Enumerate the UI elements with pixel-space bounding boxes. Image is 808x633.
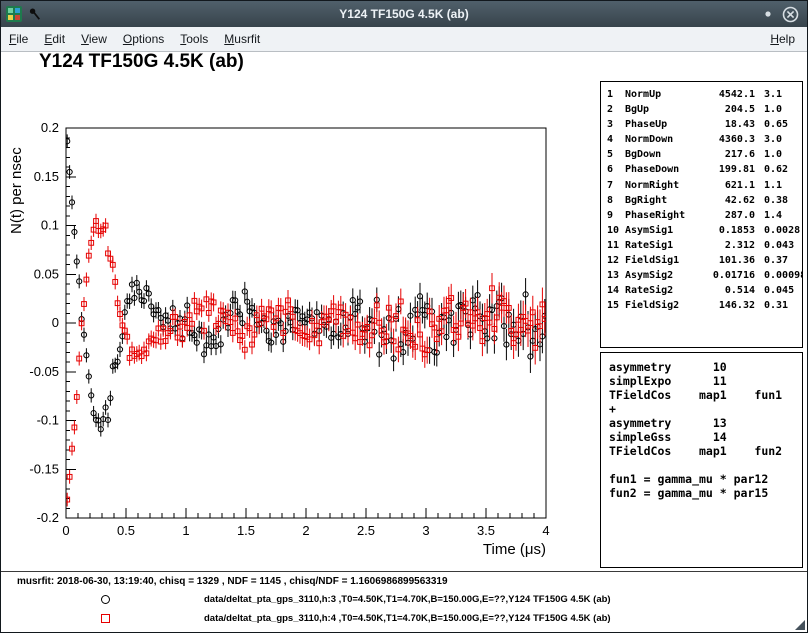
x-tick-label: 0.5 <box>117 523 135 538</box>
fit-status-line: musrfit: 2018-06-30, 13:19:40, chisq = 1… <box>17 576 448 587</box>
param-row: 7NormRight621.11.1 <box>607 178 802 193</box>
open-square-marker-icon <box>101 614 110 623</box>
x-tick-label: 4 <box>542 523 549 538</box>
menubar: FileEditViewOptionsToolsMusrfit Help <box>1 27 807 52</box>
legend-entry: data/deltat_pta_gps_3110,h:4 ,T0=4.50K,T… <box>1 612 807 626</box>
x-tick-label: 3 <box>422 523 429 538</box>
y-tick-label: -0.05 <box>29 364 59 379</box>
theory-line: + <box>609 402 802 416</box>
theory-line: fun2 = gamma_mu * par15 <box>609 486 802 500</box>
param-row: 12FieldSig1101.360.37 <box>607 253 802 268</box>
theory-line: simpleGss 14 <box>609 430 802 444</box>
menu-item-help[interactable]: Help <box>762 29 803 49</box>
x-tick-label: 0 <box>62 523 69 538</box>
param-row: 9PhaseRight287.01.4 <box>607 208 802 223</box>
param-row: 5BgDown217.61.0 <box>607 147 802 162</box>
theory-line: TFieldCos map1 fun1 <box>609 388 802 402</box>
menu-item-edit[interactable]: Edit <box>36 29 73 49</box>
y-tick-label: 0 <box>52 315 59 330</box>
y-tick-label: -0.15 <box>29 461 59 476</box>
menu-item-musrfit[interactable]: Musrfit <box>216 29 268 49</box>
legend-label: data/deltat_pta_gps_3110,h:4 ,T0=4.50K,T… <box>204 613 611 624</box>
param-row: 13AsymSig20.017160.00098 <box>607 268 802 283</box>
x-tick-label: 1.5 <box>237 523 255 538</box>
y-tick-label: 0.05 <box>34 266 59 281</box>
app-menu-icon[interactable] <box>6 6 22 22</box>
param-row: 2BgUp204.51.0 <box>607 102 802 117</box>
legend-label: data/deltat_pta_gps_3110,h:3 ,T0=4.50K,T… <box>204 594 611 605</box>
menu-item-options[interactable]: Options <box>115 29 172 49</box>
titlebar[interactable]: Y124 TF150G 4.5K (ab) <box>1 1 807 27</box>
y-tick-label: -0.2 <box>37 510 59 525</box>
param-row: 8BgRight42.620.38 <box>607 193 802 208</box>
param-row: 11RateSig12.3120.043 <box>607 238 802 253</box>
menu-item-view[interactable]: View <box>73 29 115 49</box>
y-tick-label: 0.2 <box>41 120 59 135</box>
resize-grip[interactable] <box>795 620 805 630</box>
sticky-pin-icon[interactable] <box>28 7 42 21</box>
minimize-button[interactable] <box>763 9 773 19</box>
window-title: Y124 TF150G 4.5K (ab) <box>1 7 807 21</box>
y-tick-label: -0.1 <box>37 413 59 428</box>
y-axis-title: N(t) per nsec <box>8 147 25 234</box>
legend-entry: data/deltat_pta_gps_3110,h:3 ,T0=4.50K,T… <box>1 593 807 607</box>
fit-parameter-box: 1NormUp4542.13.12BgUp204.51.03PhaseUp18.… <box>600 81 803 348</box>
param-row: 6PhaseDown199.810.62 <box>607 162 802 177</box>
musrfit-window: Y124 TF150G 4.5K (ab) FileEditViewOption… <box>0 0 808 633</box>
menubar-left: FileEditViewOptionsToolsMusrfit <box>1 29 268 49</box>
theory-line <box>609 458 802 472</box>
menubar-right: Help <box>762 29 803 49</box>
param-row: 15FieldSig2146.320.31 <box>607 298 802 313</box>
param-table: 1NormUp4542.13.12BgUp204.51.03PhaseUp18.… <box>607 87 802 313</box>
theory-line: simplExpo 11 <box>609 374 802 388</box>
param-row: 10AsymSig10.18530.0028 <box>607 223 802 238</box>
param-row: 14RateSig20.5140.045 <box>607 283 802 298</box>
y-tick-label: 0.1 <box>41 218 59 233</box>
theory-line: asymmetry 10 <box>609 360 802 374</box>
bottom-separator <box>1 571 807 572</box>
theory-line: fun1 = gamma_mu * par12 <box>609 472 802 486</box>
menu-item-file[interactable]: File <box>1 29 36 49</box>
data-series-histo-3 <box>65 134 548 436</box>
x-tick-label: 2.5 <box>357 523 375 538</box>
close-button[interactable] <box>782 6 799 23</box>
param-row: 3PhaseUp18.430.65 <box>607 117 802 132</box>
open-circle-marker-icon <box>101 595 110 604</box>
plot-canvas[interactable]: 0 0.5 1 1.5 2 2.5 3 3.5 4 0.2 0.15 0.1 0.05 0 -0.05 -0.… <box>1 101 596 571</box>
y-tick-label: 0.15 <box>34 169 59 184</box>
x-tick-label: 3.5 <box>477 523 495 538</box>
theory-block: asymmetry 10simplExpo 11TFieldCos map1 f… <box>609 360 802 500</box>
menu-item-tools[interactable]: Tools <box>172 29 216 49</box>
x-tick-label: 2 <box>302 523 309 538</box>
param-row: 4NormDown4360.33.0 <box>607 132 802 147</box>
theory-box: asymmetry 10simplExpo 11TFieldCos map1 f… <box>600 352 803 568</box>
data-series-histo-4 <box>65 214 547 507</box>
plot-title: Y124 TF150G 4.5K (ab) <box>39 51 244 73</box>
param-row: 1NormUp4542.13.1 <box>607 87 802 102</box>
theory-line: TFieldCos map1 fun2 <box>609 444 802 458</box>
theory-line: asymmetry 13 <box>609 416 802 430</box>
x-tick-label: 1 <box>182 523 189 538</box>
x-axis-title: Time (μs) <box>483 541 546 558</box>
